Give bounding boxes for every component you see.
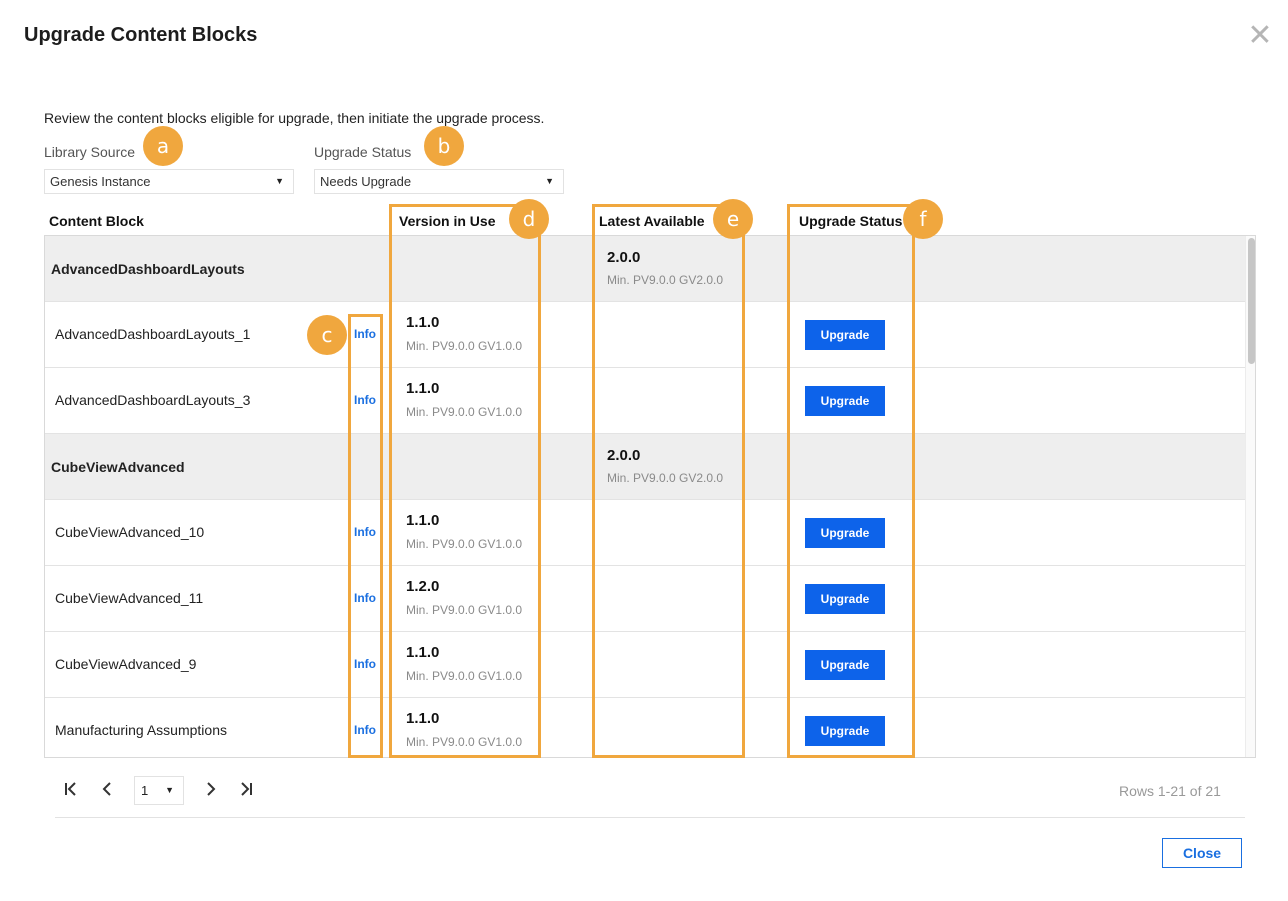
close-button[interactable]: Close	[1162, 838, 1242, 868]
info-link[interactable]: Info	[354, 327, 376, 341]
column-header-version-in-use: Version in Use	[399, 213, 496, 229]
annotation-badge-b: b	[424, 126, 464, 166]
info-link[interactable]: Info	[354, 657, 376, 671]
latest-version-min: Min. PV9.0.0 GV2.0.0	[607, 471, 724, 485]
column-header-content-block: Content Block	[49, 213, 144, 229]
last-page-icon[interactable]	[235, 780, 257, 802]
page-number: 1	[141, 783, 149, 798]
info-link[interactable]: Info	[354, 525, 376, 539]
info-link[interactable]: Info	[354, 723, 376, 737]
upgrade-button[interactable]: Upgrade	[805, 584, 885, 614]
upgrade-button[interactable]: Upgrade	[805, 386, 885, 416]
close-icon[interactable]: ✕	[1246, 21, 1274, 51]
upgrade-status-value: Needs Upgrade	[320, 174, 412, 189]
version-in-use-min: Min. PV9.0.0 GV1.0.0	[406, 405, 523, 419]
annotation-badge-f: f	[903, 199, 943, 239]
footer-divider	[55, 817, 1245, 818]
version-in-use-min: Min. PV9.0.0 GV1.0.0	[406, 339, 523, 353]
version-in-use: 1.1.0	[406, 314, 440, 331]
column-header-upgrade-status: Upgrade Status	[799, 213, 903, 229]
latest-version: 2.0.0	[607, 249, 641, 266]
library-source-select[interactable]: Genesis Instance ▼	[44, 169, 294, 194]
chevron-down-icon: ▼	[545, 176, 554, 186]
group-name: CubeViewAdvanced	[51, 459, 185, 475]
content-block-name: CubeViewAdvanced_11	[55, 590, 204, 606]
info-link[interactable]: Info	[354, 591, 376, 605]
group-row: AdvancedDashboardLayouts 2.0.0 Min. PV9.…	[45, 236, 1245, 302]
content-block-name: AdvancedDashboardLayouts_3	[55, 392, 251, 408]
version-in-use-min: Min. PV9.0.0 GV1.0.0	[406, 537, 523, 551]
version-in-use: 1.2.0	[406, 578, 440, 595]
page-select[interactable]: 1 ▼	[134, 776, 184, 805]
version-in-use: 1.1.0	[406, 710, 440, 727]
version-in-use: 1.1.0	[406, 380, 440, 397]
table-row: AdvancedDashboardLayouts_3 Info 1.1.0 Mi…	[45, 368, 1245, 434]
content-block-name: CubeViewAdvanced_10	[55, 524, 205, 540]
annotation-badge-a: a	[143, 126, 183, 166]
version-in-use-min: Min. PV9.0.0 GV1.0.0	[406, 735, 523, 749]
latest-version: 2.0.0	[607, 447, 641, 464]
version-in-use: 1.1.0	[406, 512, 440, 529]
table-row: CubeViewAdvanced_11 Info 1.2.0 Min. PV9.…	[45, 566, 1245, 632]
column-header-latest-available: Latest Available	[599, 213, 705, 229]
scrollbar-thumb[interactable]	[1248, 238, 1255, 364]
upgrade-button[interactable]: Upgrade	[805, 518, 885, 548]
version-in-use-min: Min. PV9.0.0 GV1.0.0	[406, 603, 523, 617]
table-row: Manufacturing Assumptions Info 1.1.0 Min…	[45, 698, 1245, 757]
version-in-use-min: Min. PV9.0.0 GV1.0.0	[406, 669, 523, 683]
table-row: AdvancedDashboardLayouts_1 Info 1.1.0 Mi…	[45, 302, 1245, 368]
content-block-name: Manufacturing Assumptions	[55, 722, 227, 738]
rows-info: Rows 1-21 of 21	[1119, 783, 1221, 799]
version-in-use: 1.1.0	[406, 644, 440, 661]
upgrade-button[interactable]: Upgrade	[805, 716, 885, 746]
annotation-badge-d: d	[509, 199, 549, 239]
library-source-label: Library Source	[44, 144, 136, 160]
content-block-name: CubeViewAdvanced_9	[55, 656, 197, 672]
prev-page-icon[interactable]	[96, 780, 118, 802]
chevron-down-icon: ▼	[275, 176, 284, 186]
table-row: CubeViewAdvanced_9 Info 1.1.0 Min. PV9.0…	[45, 632, 1245, 698]
content-blocks-grid: AdvancedDashboardLayouts 2.0.0 Min. PV9.…	[44, 235, 1256, 758]
next-page-icon[interactable]	[200, 780, 222, 802]
first-page-icon[interactable]	[60, 780, 82, 802]
upgrade-status-select[interactable]: Needs Upgrade ▼	[314, 169, 564, 194]
upgrade-button[interactable]: Upgrade	[805, 320, 885, 350]
table-row: CubeViewAdvanced_10 Info 1.1.0 Min. PV9.…	[45, 500, 1245, 566]
content-block-name: AdvancedDashboardLayouts_1	[55, 326, 251, 342]
upgrade-button[interactable]: Upgrade	[805, 650, 885, 680]
library-source-value: Genesis Instance	[50, 174, 151, 189]
vertical-scrollbar[interactable]	[1245, 236, 1255, 757]
info-link[interactable]: Info	[354, 393, 376, 407]
group-row: CubeViewAdvanced 2.0.0 Min. PV9.0.0 GV2.…	[45, 434, 1245, 500]
group-name: AdvancedDashboardLayouts	[51, 261, 245, 277]
chevron-down-icon: ▼	[165, 785, 174, 795]
description: Review the content blocks eligible for u…	[44, 110, 545, 126]
annotation-badge-e: e	[713, 199, 753, 239]
upgrade-status-label: Upgrade Status	[314, 144, 412, 160]
annotation-badge-c: c	[307, 315, 347, 355]
latest-version-min: Min. PV9.0.0 GV2.0.0	[607, 273, 724, 287]
page-title: Upgrade Content Blocks	[24, 24, 258, 46]
